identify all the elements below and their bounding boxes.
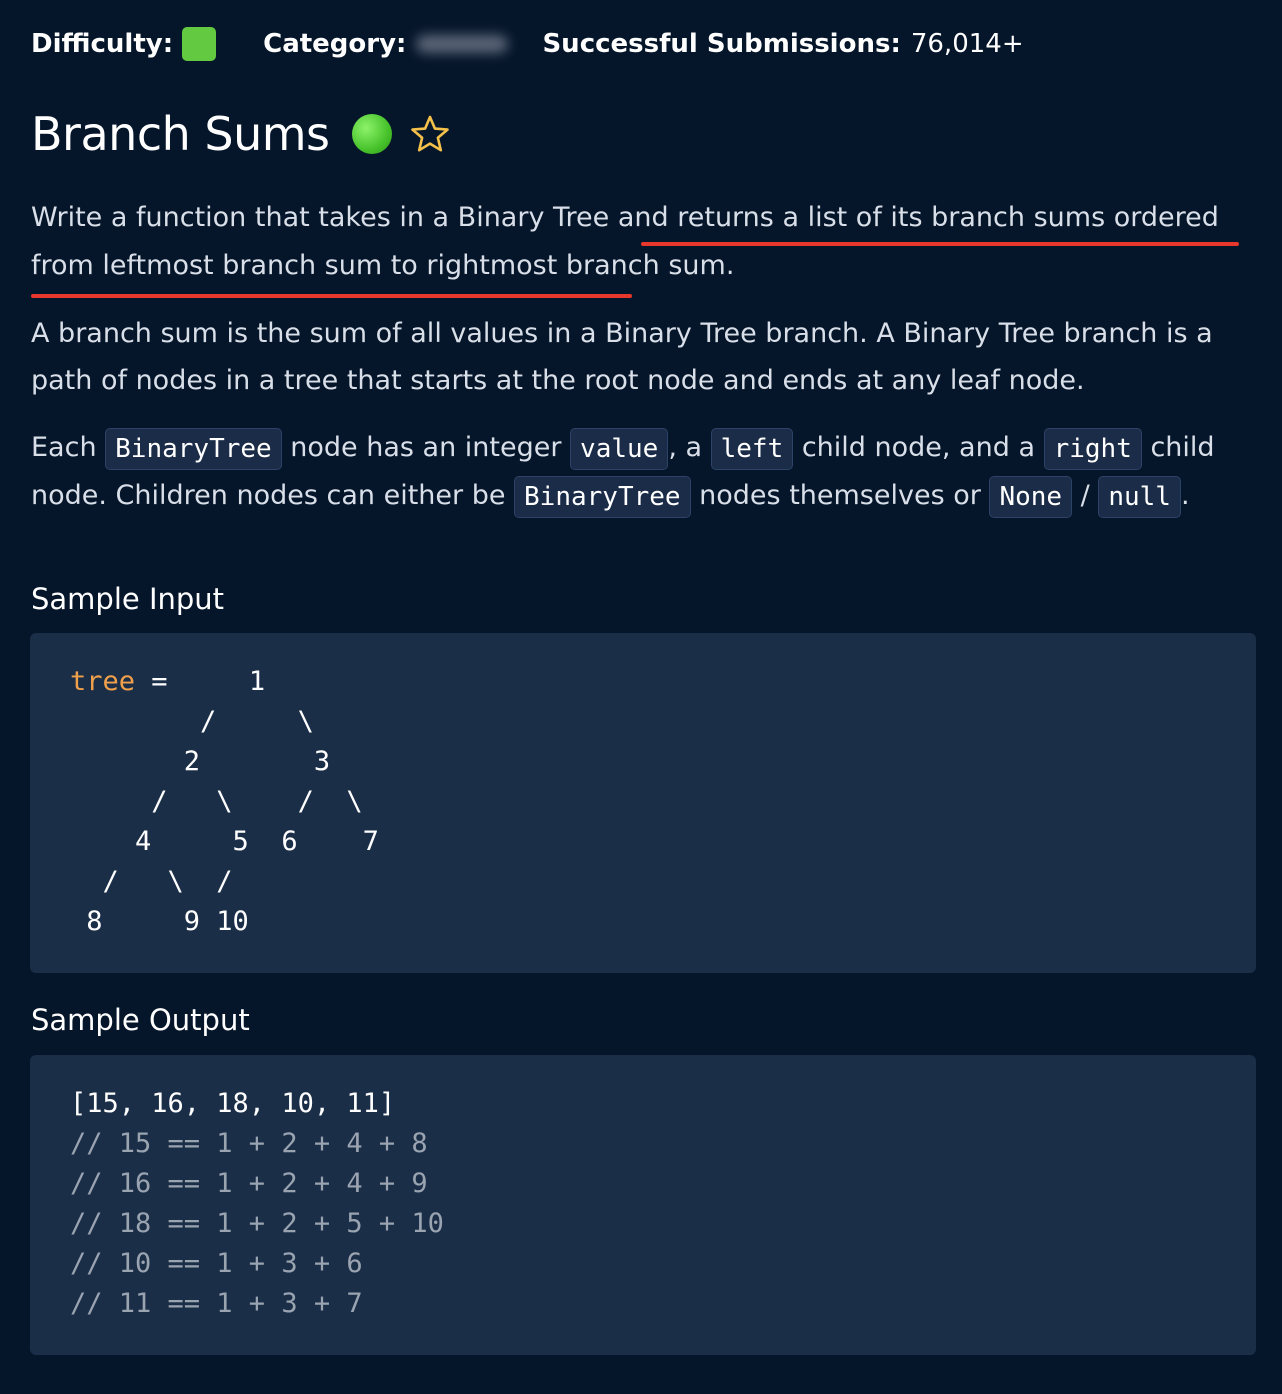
annotation-underline-1 — [641, 242, 1239, 246]
output-comment: // 16 == 1 + 2 + 4 + 9 — [70, 1168, 428, 1199]
difficulty-badge — [182, 27, 217, 61]
inline-code-value: value — [570, 427, 669, 470]
output-result: [15, 16, 18, 10, 11] — [70, 1088, 396, 1119]
inline-code-binarytree-2: BinaryTree — [514, 475, 691, 518]
category-value-blurred — [416, 35, 509, 53]
title-row: Branch Sums — [31, 102, 450, 166]
description-text: Write a function that takes in a Binary … — [31, 202, 678, 233]
inline-code-left: left — [710, 427, 794, 470]
inline-code-right: right — [1043, 427, 1142, 470]
output-comment: // 18 == 1 + 2 + 5 + 10 — [70, 1208, 444, 1239]
code-keyword: tree — [70, 666, 136, 697]
sample-output-heading: Sample Output — [31, 1003, 250, 1037]
annotation-underline-2 — [31, 294, 632, 298]
difficulty-label: Difficulty: — [31, 29, 174, 59]
inline-code-null: null — [1098, 475, 1181, 518]
submissions-count: 76,014+ — [910, 29, 1024, 59]
description-paragraph-2: A branch sum is the sum of all values in… — [31, 318, 1213, 396]
sample-output-code-block: [15, 16, 18, 10, 11] // 15 == 1 + 2 + 4 … — [30, 1055, 1256, 1355]
category-label: Category: — [263, 29, 407, 59]
sample-input-code-block: tree = 1 / \ 2 3 / \ / \ 4 5 6 7 / \ / 8… — [30, 633, 1256, 973]
sample-input-heading: Sample Input — [31, 582, 225, 616]
page-title: Branch Sums — [31, 107, 330, 161]
inline-code-binarytree: BinaryTree — [105, 427, 282, 470]
sample-input-code: tree = 1 / \ 2 3 / \ / \ 4 5 6 7 / \ / 8… — [70, 666, 379, 937]
description-paragraph-3: Each BinaryTree node has an integer valu… — [31, 424, 1256, 520]
completion-status-icon — [351, 114, 392, 154]
problem-stats-bar: Difficulty: Category: Successful Submiss… — [31, 24, 1024, 64]
inline-code-none: None — [989, 475, 1073, 518]
submissions-label: Successful Submissions: — [542, 29, 901, 59]
favorite-star-icon[interactable] — [410, 114, 450, 154]
sample-output-code: [15, 16, 18, 10, 11] // 15 == 1 + 2 + 4 … — [70, 1084, 444, 1324]
output-comment: // 11 == 1 + 3 + 7 — [70, 1288, 363, 1319]
output-comment: // 10 == 1 + 3 + 6 — [70, 1248, 363, 1279]
output-comment: // 15 == 1 + 2 + 4 + 8 — [70, 1128, 428, 1159]
